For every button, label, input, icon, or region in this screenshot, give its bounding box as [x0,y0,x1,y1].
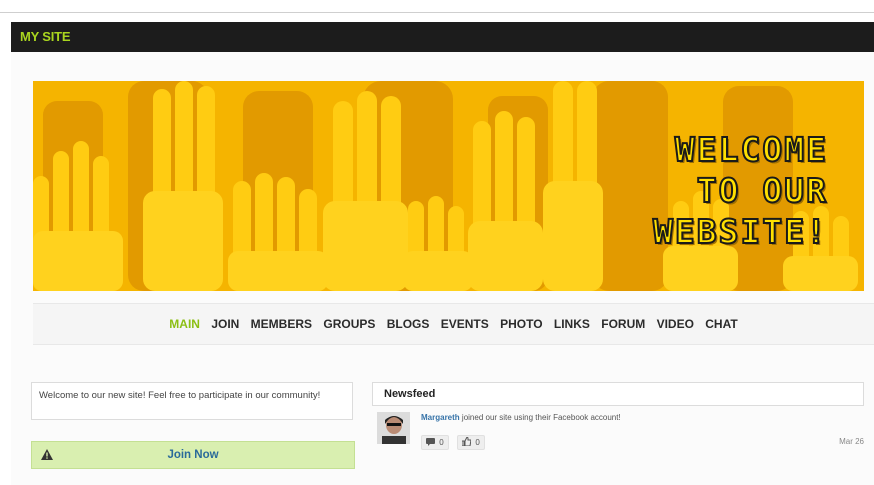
newsfeed-header: Newsfeed [372,382,864,406]
join-now-label: Join Now [167,449,219,461]
comment-count: 0 [439,438,444,448]
nav-item-chat[interactable]: CHAT [705,317,737,331]
nav-item-members[interactable]: MEMBERS [251,317,312,331]
banner-line-3: WEBSITE! [652,211,828,252]
nav-item-photo[interactable]: PHOTO [500,317,542,331]
main-navigation: MAIN JOIN MEMBERS GROUPS BLOGS EVENTS PH… [33,303,874,345]
banner-line-1: WELCOME [674,129,828,170]
nav-item-links[interactable]: LINKS [554,317,590,331]
feed-item-actions: 0 0 [421,434,489,452]
feed-user-link[interactable]: Margareth [421,413,460,422]
nav-item-main[interactable]: MAIN [169,317,200,331]
thumbs-up-icon [461,436,472,450]
nav-item-blogs[interactable]: BLOGS [387,317,430,331]
welcome-message-box: Welcome to our new site! Feel free to pa… [31,382,353,420]
site-header: MY SITE [11,22,874,52]
nav-menu: MAIN JOIN MEMBERS GROUPS BLOGS EVENTS PH… [33,317,874,331]
site-title[interactable]: MY SITE [20,29,71,44]
nav-item-groups[interactable]: GROUPS [323,317,375,331]
banner-line-2: TO OUR [696,170,828,211]
comment-icon [426,437,435,450]
feed-item-date: Mar 26 [839,437,864,446]
like-count: 0 [475,438,480,448]
avatar[interactable] [377,412,410,444]
nav-item-join[interactable]: JOIN [211,317,239,331]
top-divider [0,12,874,13]
newsfeed-title: Newsfeed [384,388,436,400]
nav-item-events[interactable]: EVENTS [441,317,489,331]
join-now-button[interactable]: Join Now [31,441,355,469]
nav-item-forum[interactable]: FORUM [601,317,645,331]
nav-item-video[interactable]: VIDEO [657,317,694,331]
feed-activity-text: joined our site using their Facebook acc… [461,413,621,422]
feed-item-text: Margareth joined our site using their Fa… [421,413,621,422]
banner-headline: WELCOME TO OUR WEBSITE! [652,129,828,252]
welcome-banner: WELCOME TO OUR WEBSITE! [33,81,864,291]
comment-button[interactable]: 0 [421,435,449,451]
like-button[interactable]: 0 [457,435,485,451]
